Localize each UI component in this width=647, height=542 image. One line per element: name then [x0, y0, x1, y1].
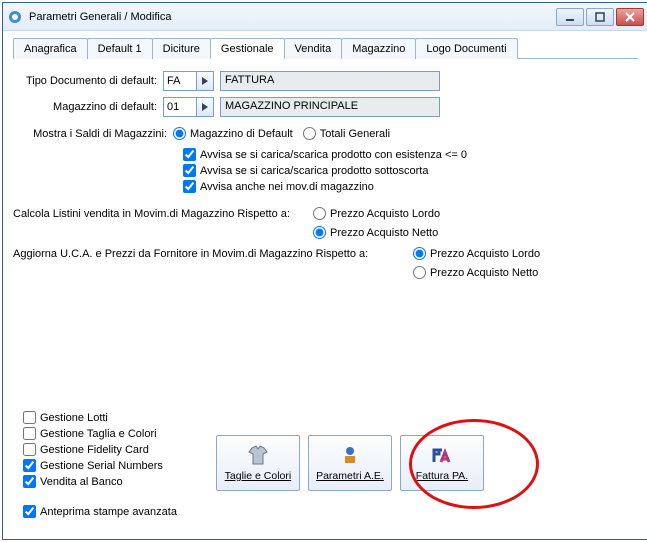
- close-button[interactable]: [616, 8, 644, 26]
- magazzino-lookup-button[interactable]: [196, 97, 214, 117]
- listini-radio-lordo[interactable]: Prezzo Acquisto Lordo: [313, 207, 440, 220]
- listini-opt1-text: Prezzo Acquisto Lordo: [330, 208, 440, 220]
- listini-section: Calcola Listini vendita in Movim.di Maga…: [13, 207, 638, 239]
- app-icon: [7, 9, 23, 25]
- saldi-radio-totali[interactable]: Totali Generali: [303, 127, 390, 140]
- saldi-label: Mostra i Saldi di Magazzini:: [13, 128, 173, 140]
- bottom-area: Gestione Lotti Gestione Taglia e Colori …: [23, 411, 628, 521]
- avvisa-esistenza-check[interactable]: Avvisa se si carica/scarica prodotto con…: [183, 148, 628, 161]
- saldi-radio-default[interactable]: Magazzino di Default: [173, 127, 293, 140]
- parametri-ae-text: Parametri A.E.: [316, 470, 384, 482]
- uca-opt1-text: Prezzo Acquisto Lordo: [430, 248, 540, 260]
- taglie-colori-text: Taglie e Colori: [225, 470, 292, 482]
- client-area: AnagraficaDefault 1DicitureGestionaleVen…: [3, 31, 647, 297]
- tipo-documento-label: Tipo Documento di default:: [13, 75, 163, 87]
- minimize-button[interactable]: [556, 8, 584, 26]
- taglie-colori-button[interactable]: Taglie e Colori: [216, 435, 300, 491]
- gestione-checks: Gestione Lotti Gestione Taglia e Colori …: [23, 411, 173, 491]
- gestione-lotti-check[interactable]: Gestione Lotti: [23, 411, 163, 424]
- gestione-serial-text: Gestione Serial Numbers: [40, 460, 163, 472]
- tab-anagrafica[interactable]: Anagrafica: [13, 38, 88, 59]
- uca-radio-netto[interactable]: Prezzo Acquisto Netto: [413, 266, 538, 279]
- magazzino-label: Magazzino di default:: [13, 101, 163, 113]
- gestione-taglia-text: Gestione Taglia e Colori: [40, 428, 157, 440]
- magazzino-code-input[interactable]: [163, 97, 197, 117]
- fattura-pa-text: Fattura PA.: [416, 470, 468, 482]
- uca-radio-lordo[interactable]: Prezzo Acquisto Lordo: [413, 247, 540, 260]
- avvisa-movmag-check[interactable]: Avvisa anche nei mov.di magazzino: [183, 180, 628, 193]
- uca-label: Aggiorna U.C.A. e Prezzi da Fornitore in…: [13, 248, 413, 260]
- anteprima-row: Anteprima stampe avanzata: [23, 505, 628, 521]
- shirt-icon: [247, 444, 269, 466]
- tipo-documento-desc: FATTURA: [220, 71, 440, 91]
- avvisa-esistenza-text: Avvisa se si carica/scarica prodotto con…: [200, 149, 467, 161]
- gestione-serial-check[interactable]: Gestione Serial Numbers: [23, 459, 163, 472]
- row-tipo-documento: Tipo Documento di default: FATTURA: [13, 71, 638, 91]
- action-buttons: Taglie e Colori Parametri A.E. Fattura P…: [216, 435, 484, 491]
- tipo-documento-lookup-button[interactable]: [196, 71, 214, 91]
- tab-logo-documenti[interactable]: Logo Documenti: [415, 38, 517, 59]
- tab-magazzino[interactable]: Magazzino: [341, 38, 416, 59]
- vendita-banco-check[interactable]: Vendita al Banco: [23, 475, 163, 488]
- gestione-fidelity-check[interactable]: Gestione Fidelity Card: [23, 443, 163, 456]
- fattura-pa-icon: [431, 444, 453, 466]
- gestione-fidelity-text: Gestione Fidelity Card: [40, 444, 149, 456]
- magazzino-desc: MAGAZZINO PRINCIPALE: [220, 97, 440, 117]
- window-title: Parametri Generali / Modifica: [29, 11, 556, 23]
- window-controls: [556, 8, 644, 26]
- tipo-documento-code-input[interactable]: [163, 71, 197, 91]
- uca-opt2-text: Prezzo Acquisto Netto: [430, 267, 538, 279]
- avvisa-sottoscorta-text: Avvisa se si carica/scarica prodotto sot…: [200, 165, 428, 177]
- avvisi-group: Avvisa se si carica/scarica prodotto con…: [183, 148, 638, 193]
- tab-diciture[interactable]: Diciture: [152, 38, 211, 59]
- saldi-opt2-text: Totali Generali: [320, 128, 390, 140]
- listini-radio-netto[interactable]: Prezzo Acquisto Netto: [313, 226, 438, 239]
- vendita-banco-text: Vendita al Banco: [40, 476, 123, 488]
- uca-section: Aggiorna U.C.A. e Prezzi da Fornitore in…: [13, 247, 638, 279]
- tab-gestionale[interactable]: Gestionale: [210, 38, 285, 59]
- anteprima-stampe-check[interactable]: Anteprima stampe avanzata: [23, 505, 177, 518]
- parametri-ae-button[interactable]: Parametri A.E.: [308, 435, 392, 491]
- titlebar: Parametri Generali / Modifica: [3, 3, 647, 31]
- tab-strip: AnagraficaDefault 1DicitureGestionaleVen…: [13, 37, 638, 59]
- listini-opt2-text: Prezzo Acquisto Netto: [330, 227, 438, 239]
- avvisa-movmag-text: Avvisa anche nei mov.di magazzino: [200, 181, 374, 193]
- avvisa-sottoscorta-check[interactable]: Avvisa se si carica/scarica prodotto sot…: [183, 164, 628, 177]
- anteprima-stampe-text: Anteprima stampe avanzata: [40, 506, 177, 518]
- maximize-button[interactable]: [586, 8, 614, 26]
- tab-default-1[interactable]: Default 1: [87, 38, 153, 59]
- fattura-pa-button[interactable]: Fattura PA.: [400, 435, 484, 491]
- agency-icon: [339, 444, 361, 466]
- saldi-opt1-text: Magazzino di Default: [190, 128, 293, 140]
- row-magazzino: Magazzino di default: MAGAZZINO PRINCIPA…: [13, 97, 638, 117]
- gestione-lotti-text: Gestione Lotti: [40, 412, 108, 424]
- row-saldi: Mostra i Saldi di Magazzini: Magazzino d…: [13, 127, 638, 140]
- listini-label: Calcola Listini vendita in Movim.di Maga…: [13, 208, 313, 220]
- app-window: Parametri Generali / Modifica Anagrafica…: [2, 2, 647, 540]
- tab-vendita[interactable]: Vendita: [284, 38, 343, 59]
- gestione-taglia-check[interactable]: Gestione Taglia e Colori: [23, 427, 163, 440]
